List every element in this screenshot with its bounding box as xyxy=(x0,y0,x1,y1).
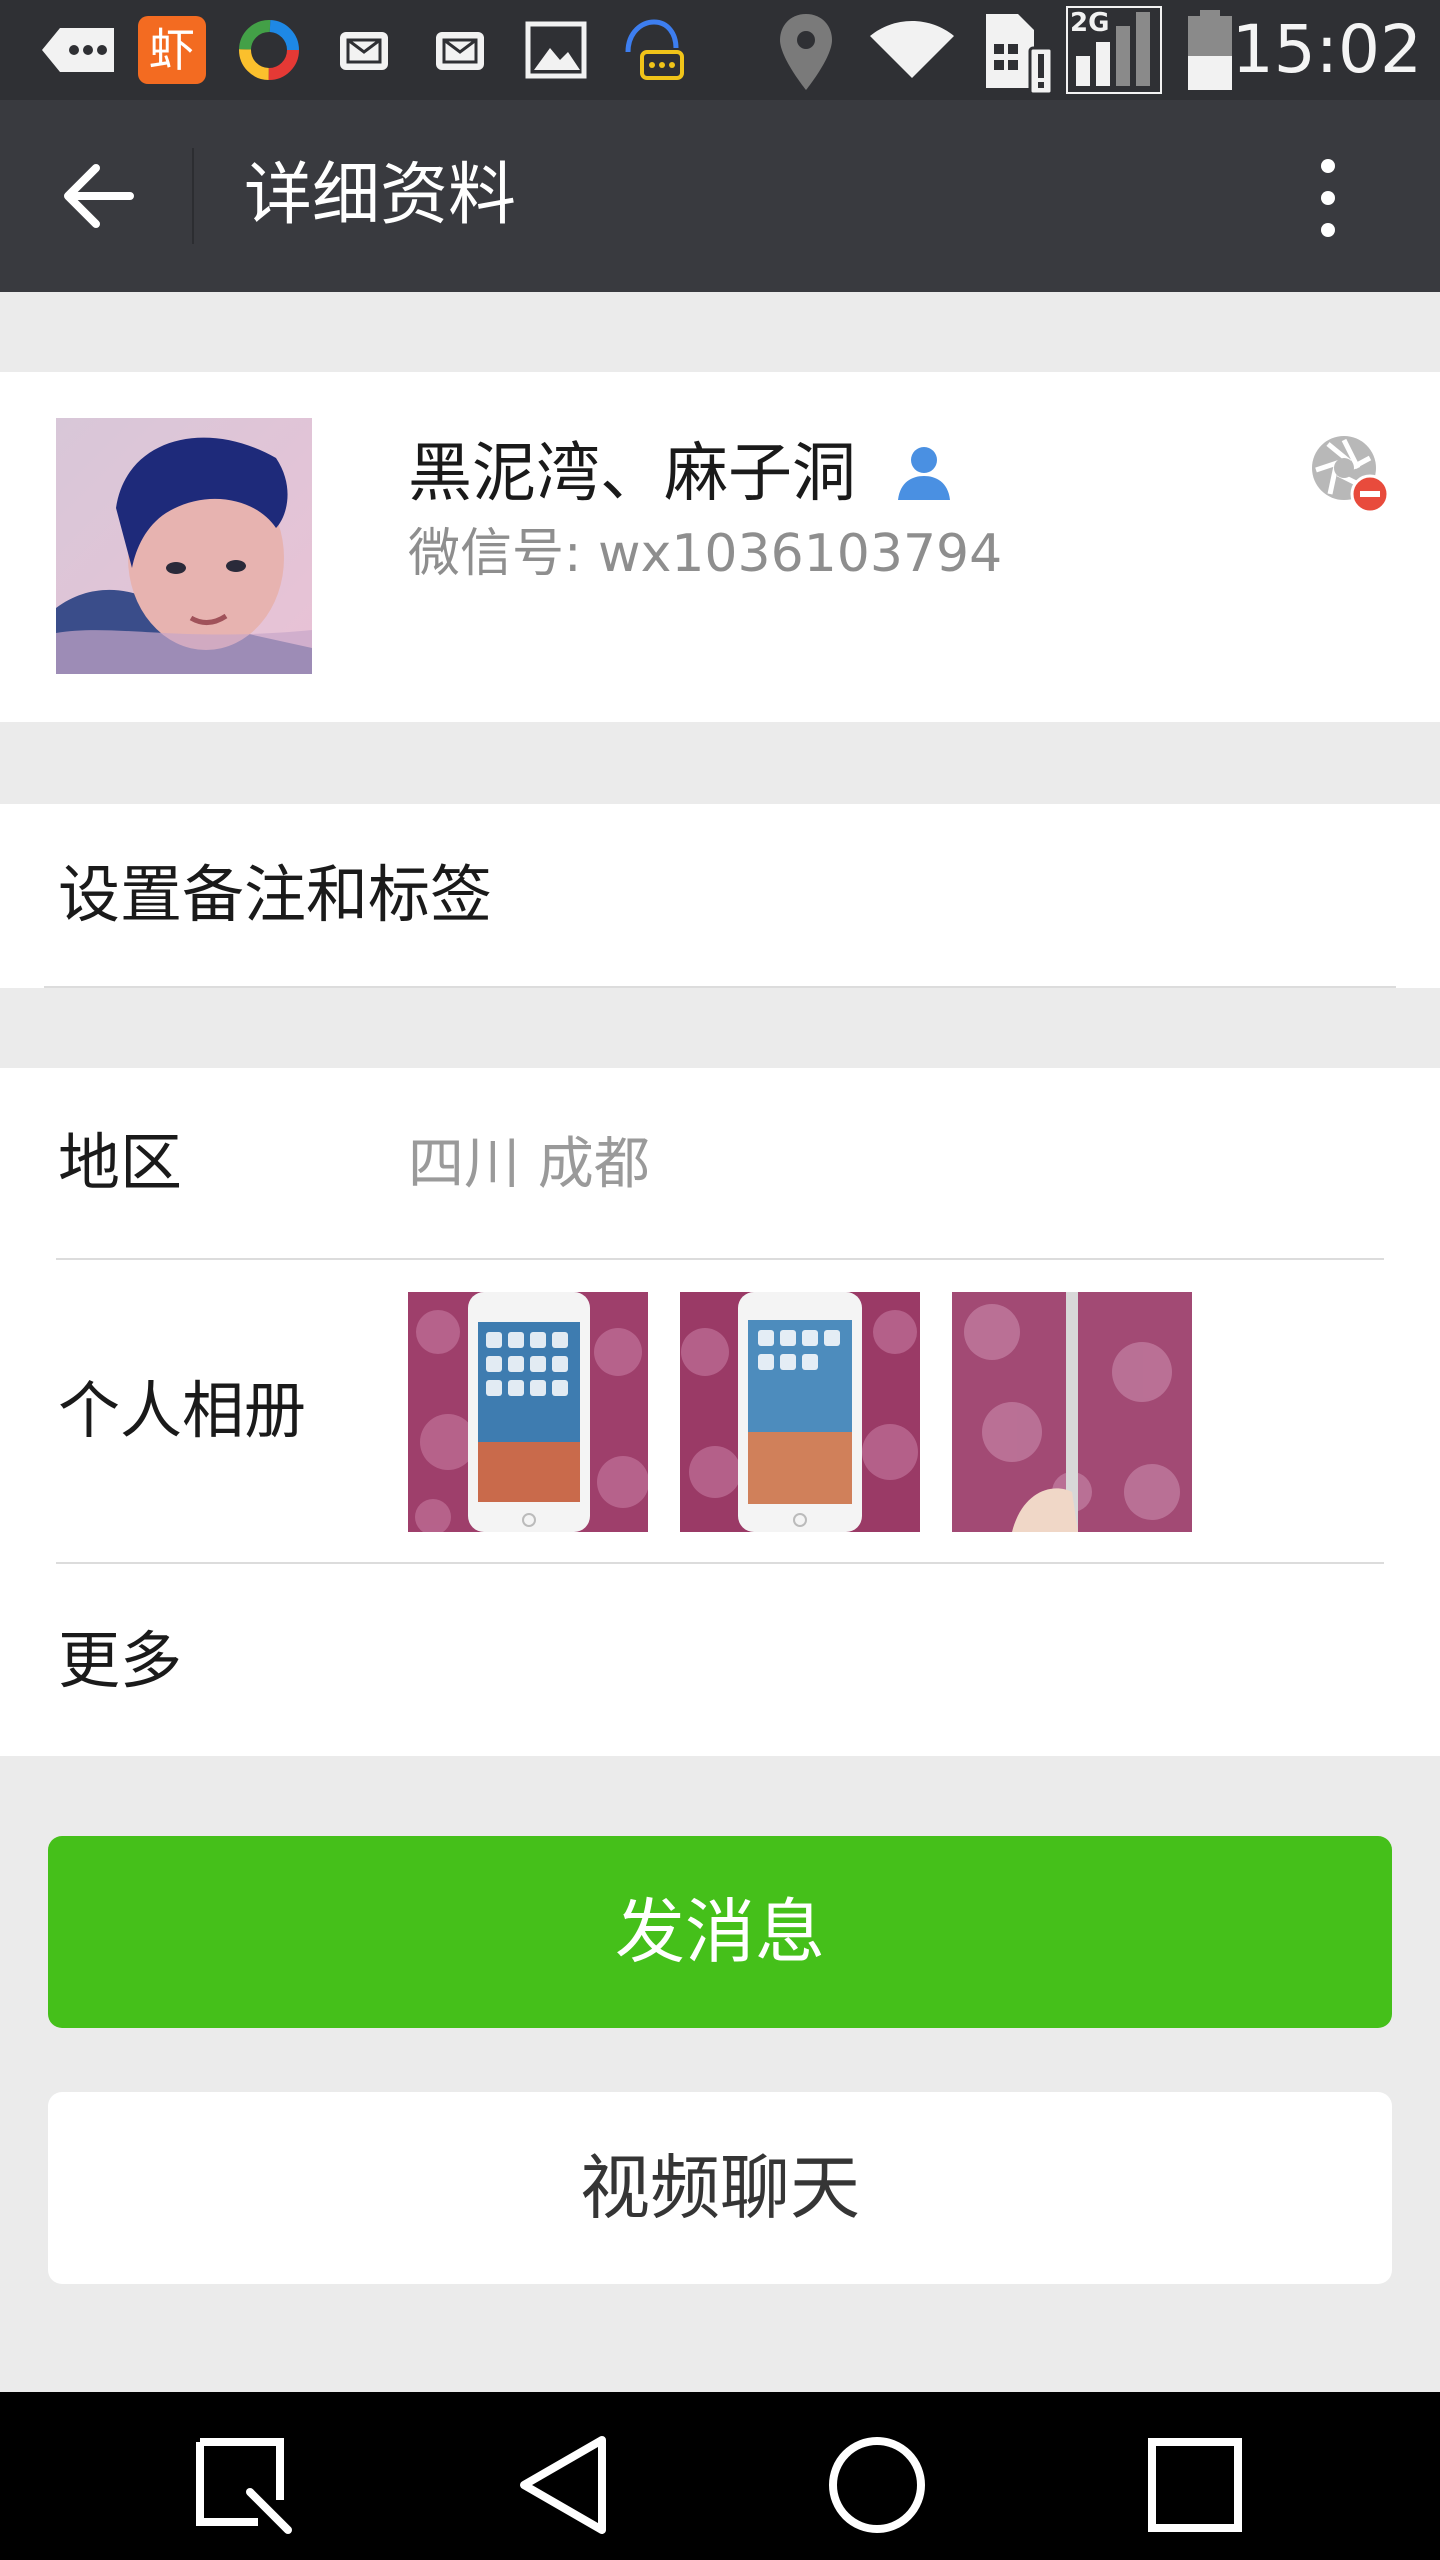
region-label: 地区 xyxy=(58,1126,183,1199)
more-vert-icon[interactable] xyxy=(1310,156,1346,240)
chat-support-icon xyxy=(625,19,684,80)
back-arrow-icon[interactable] xyxy=(60,160,136,232)
recent-search-icon[interactable] xyxy=(188,2430,298,2540)
mail-icon xyxy=(340,32,388,70)
navigation-bar xyxy=(0,2392,1440,2560)
nav-back-icon[interactable] xyxy=(510,2430,620,2540)
image-icon xyxy=(525,21,587,79)
album-label: 个人相册 xyxy=(58,1374,307,1447)
send-message-button[interactable]: 发消息 xyxy=(48,1836,1392,2028)
network-type-label: 2G xyxy=(1070,8,1110,38)
page-title: 详细资料 xyxy=(244,156,517,235)
overview-icon[interactable] xyxy=(1140,2430,1250,2540)
battery-icon xyxy=(1188,10,1232,90)
phone-photo xyxy=(680,1292,920,1532)
back-notification-icon xyxy=(42,28,114,72)
contact-name: 黑泥湾、麻子洞 xyxy=(408,437,856,511)
profile-card: 黑泥湾、麻子洞 微信号: wx1036103794 xyxy=(0,372,1440,722)
album-photo[interactable] xyxy=(952,1292,1192,1532)
phone-photo xyxy=(408,1292,648,1532)
clock: 15:02 xyxy=(1231,11,1422,88)
wifi-icon xyxy=(870,21,954,78)
avatar-photo xyxy=(56,418,312,674)
signal-icon: 2G xyxy=(1066,6,1162,94)
divider xyxy=(56,1562,1384,1564)
moments-blocked-icon[interactable] xyxy=(1308,432,1392,516)
phone-side-photo xyxy=(952,1292,1192,1532)
colorful-app-icon xyxy=(239,20,299,80)
xiami-app-icon: 虾 xyxy=(138,16,206,84)
album-photo[interactable] xyxy=(408,1292,648,1532)
more-label[interactable]: 更多 xyxy=(58,1624,182,1698)
wechat-id: 微信号: wx1036103794 xyxy=(408,524,1003,584)
sim-alert-icon xyxy=(986,14,1054,96)
app-bar-divider xyxy=(192,148,194,244)
album-photo[interactable] xyxy=(680,1292,920,1532)
remark-tags-label[interactable]: 设置备注和标签 xyxy=(58,858,492,932)
info-card: 地区 四川 成都 个人相册 更多 xyxy=(0,1068,1440,1756)
remark-card[interactable]: 设置备注和标签 xyxy=(0,804,1440,988)
video-chat-button[interactable]: 视频聊天 xyxy=(48,2092,1392,2284)
divider xyxy=(56,1258,1384,1260)
contact-person-icon xyxy=(898,447,950,500)
home-icon[interactable] xyxy=(822,2430,932,2540)
avatar[interactable] xyxy=(56,418,312,674)
album-thumbnails[interactable] xyxy=(408,1292,1208,1532)
app-bar: 详细资料 xyxy=(0,100,1440,292)
divider xyxy=(44,986,1396,988)
location-icon xyxy=(780,14,832,90)
mail-icon xyxy=(436,32,484,70)
region-value: 四川 成都 xyxy=(408,1132,650,1197)
status-bar: 虾 2G 15:02 xyxy=(0,0,1440,100)
